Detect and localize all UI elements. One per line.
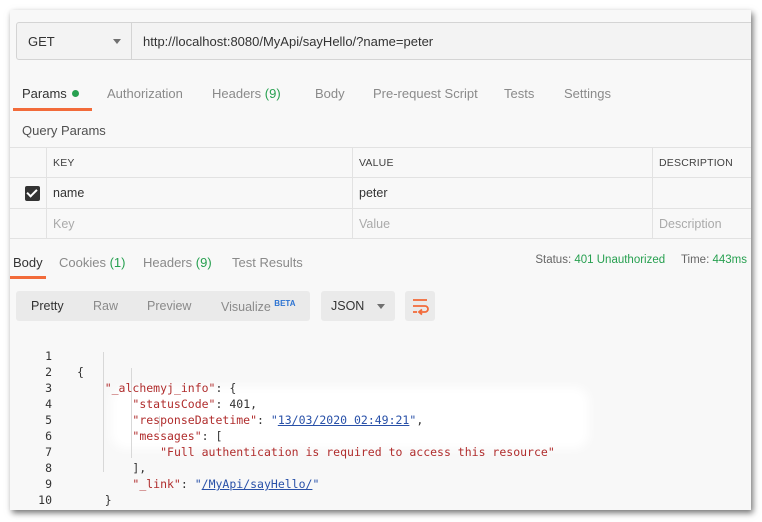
new-value-input[interactable]: Value <box>352 209 652 238</box>
code-line: 7 ], <box>45 445 147 475</box>
status-label: Status: <box>535 254 572 266</box>
method-label: GET <box>28 33 55 49</box>
chevron-down-icon <box>113 38 121 44</box>
url-text: http://localhost:8080/MyApi/sayHello/?na… <box>143 33 434 49</box>
tab-params[interactable]: Params <box>22 86 79 101</box>
format-label: JSON <box>331 299 365 313</box>
tab-settings[interactable]: Settings <box>564 86 611 101</box>
code-line: 10 } <box>38 493 84 510</box>
url-input[interactable]: http://localhost:8080/MyApi/sayHello/?na… <box>132 22 751 60</box>
method-select[interactable]: GET <box>16 22 132 60</box>
description-column-header: DESCRIPTION <box>652 148 751 177</box>
tab-authorization[interactable]: Authorization <box>107 86 183 101</box>
view-mode-raw[interactable]: Raw <box>93 299 118 313</box>
format-select[interactable]: JSON <box>321 291 395 321</box>
view-mode-preview[interactable]: Preview <box>147 299 191 313</box>
param-description-input[interactable] <box>652 178 751 208</box>
tab-headers[interactable]: Headers (9) <box>212 86 281 101</box>
code-line: 1 { <box>45 349 84 379</box>
beta-badge: BETA <box>274 299 296 308</box>
param-value-input[interactable]: peter <box>352 178 652 208</box>
response-tab-body[interactable]: Body <box>13 255 43 270</box>
postman-window: GET http://localhost:8080/MyApi/sayHello… <box>10 10 751 510</box>
wrap-lines-icon <box>413 299 429 316</box>
tab-body[interactable]: Body <box>315 86 345 101</box>
param-key-input[interactable]: name <box>46 178 352 208</box>
table-row-new: Key Value Description <box>10 208 751 239</box>
row-checkbox[interactable] <box>10 178 46 208</box>
tab-tests[interactable]: Tests <box>504 86 534 101</box>
code-line: 4 "responseDatetime": "13/03/2020 02:49:… <box>45 397 424 427</box>
key-column-header: KEY <box>46 148 352 177</box>
code-line: 3 "statusCode": 401, <box>45 381 258 411</box>
query-params-title: Query Params <box>22 123 106 138</box>
view-mode-switcher: Pretty Raw Preview Visualize BETA <box>16 291 310 321</box>
chevron-down-icon <box>377 303 385 309</box>
time-value[interactable]: 443ms <box>712 254 747 266</box>
response-active-tab-indicator <box>10 276 46 279</box>
response-tab-test-results[interactable]: Test Results <box>232 255 303 270</box>
row-checkbox-empty <box>10 209 46 238</box>
value-column-header: VALUE <box>352 148 652 177</box>
request-url-bar: GET http://localhost:8080/MyApi/sayHello… <box>16 22 751 60</box>
response-meta: Status: 401 Unauthorized Time: 443ms <box>535 254 747 266</box>
code-line: 9 } <box>45 477 112 507</box>
table-row: name peter <box>10 177 751 208</box>
checkbox-checked-icon <box>25 185 40 201</box>
active-tab-indicator <box>13 108 92 111</box>
new-key-input[interactable]: Key <box>46 209 352 238</box>
response-tab-headers[interactable]: Headers (9) <box>143 255 212 270</box>
time-label: Time: <box>680 254 710 266</box>
code-line: 2 "_alchemyj_info": { <box>45 365 237 395</box>
table-header-row: KEY VALUE DESCRIPTION <box>10 147 751 177</box>
code-line: 5 "messages": [ <box>45 413 223 443</box>
wrap-lines-button[interactable] <box>405 291 435 321</box>
response-tab-cookies[interactable]: Cookies (1) <box>59 255 125 270</box>
code-line: 8 "_link": "/MyApi/sayHello/" <box>45 461 320 491</box>
new-description-input[interactable]: Description <box>652 209 751 238</box>
code-line: 6 "Full authentication is required to ac… <box>45 429 555 459</box>
tab-pre-request-script[interactable]: Pre-request Script <box>373 86 478 101</box>
request-tabs: Params Authorization Headers (9) Body Pr… <box>10 86 751 114</box>
params-indicator-dot <box>71 90 79 97</box>
view-mode-visualize[interactable]: Visualize BETA <box>221 299 295 314</box>
status-value[interactable]: 401 Unauthorized <box>574 254 665 266</box>
view-mode-pretty[interactable]: Pretty <box>31 299 64 313</box>
